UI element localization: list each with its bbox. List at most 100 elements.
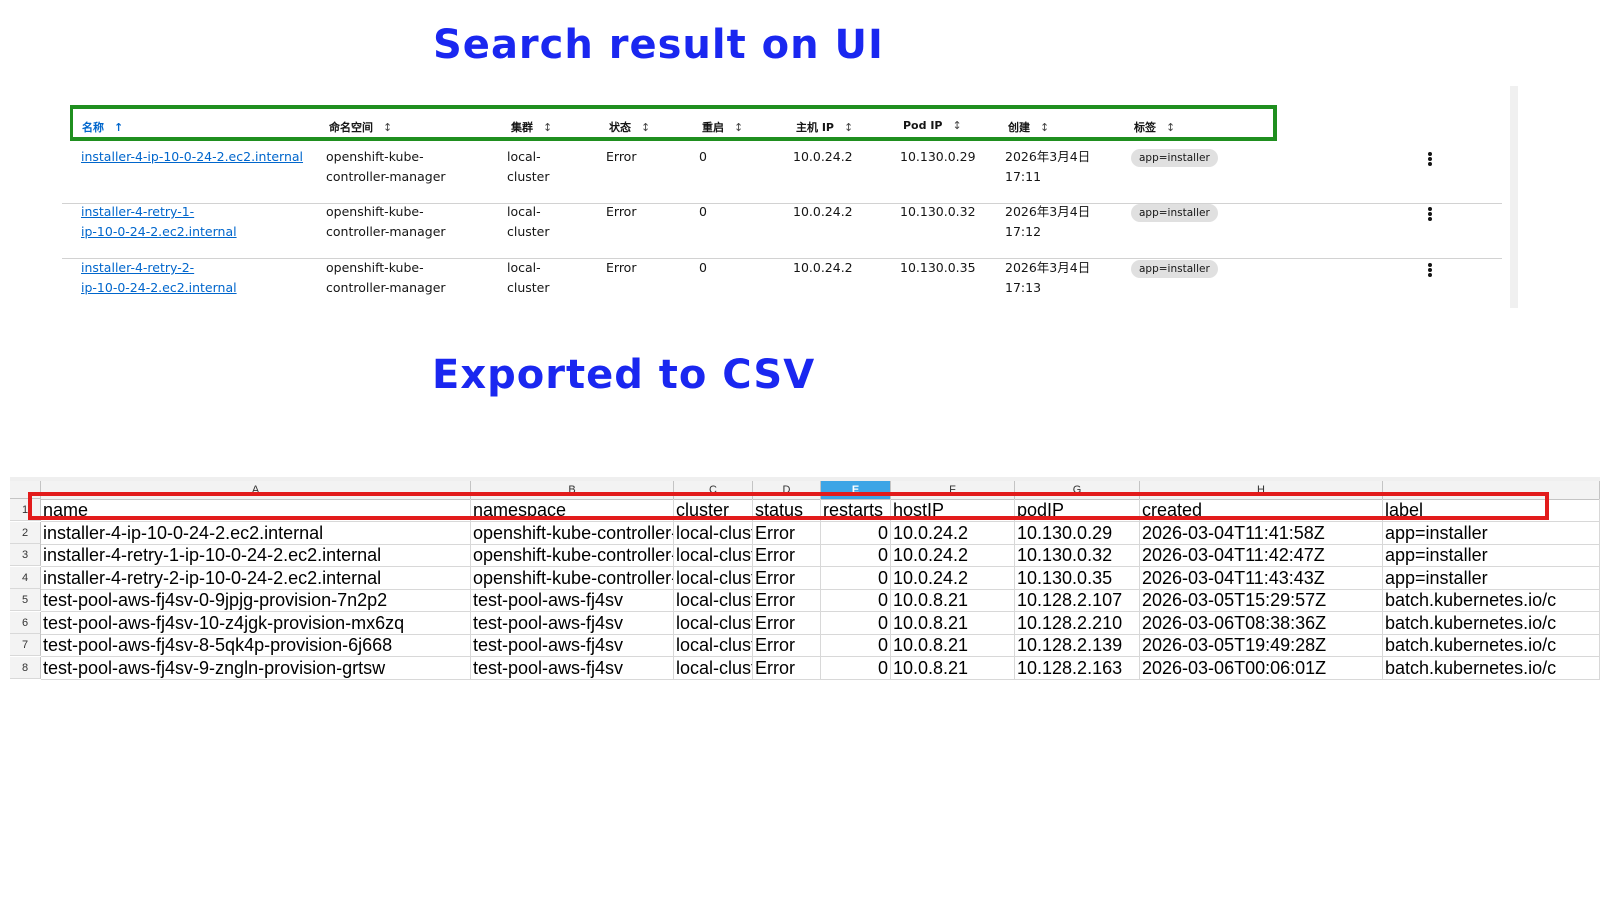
pod-name-link-line[interactable]: installer-4-ip-10-0-24-2.ec2.internal xyxy=(81,147,303,167)
pod-ip: 10.130.0.29 xyxy=(900,149,976,164)
csv-data-cell[interactable]: Error xyxy=(753,589,821,612)
pod-ip: 10.130.0.32 xyxy=(900,204,976,219)
csv-data-cell[interactable]: test-pool-aws-fj4sv xyxy=(471,656,674,680)
csv-data-cell[interactable]: installer-4-ip-10-0-24-2.ec2.internal xyxy=(41,521,471,545)
csv-data-cell[interactable]: Error xyxy=(753,634,821,657)
csv-data-cell[interactable]: Error xyxy=(753,656,821,680)
csv-data-cell[interactable]: 0 xyxy=(821,566,891,590)
csv-data-cell[interactable]: openshift-kube-controller-manager xyxy=(471,521,674,545)
csv-data-cell[interactable]: 10.0.8.21 xyxy=(891,634,1015,657)
csv-data-cell[interactable]: 10.0.24.2 xyxy=(891,521,1015,545)
csv-data-cell[interactable]: 10.0.8.21 xyxy=(891,589,1015,612)
csv-data-cell[interactable]: 0 xyxy=(821,544,891,567)
pod-name-link-line[interactable]: installer-4-retry-2- xyxy=(81,258,237,278)
csv-data-cell[interactable]: openshift-kube-controller-manager xyxy=(471,544,674,567)
csv-header-highlight-box xyxy=(28,492,1549,520)
csv-data-cell[interactable]: 10.128.2.163 xyxy=(1015,656,1140,680)
csv-data-cell[interactable]: app=installer xyxy=(1383,544,1600,567)
csv-data-cell[interactable]: 2026-03-04T11:41:58Z xyxy=(1140,521,1383,545)
row-header[interactable]: 3 xyxy=(10,544,41,566)
csv-data-cell[interactable]: 10.130.0.35 xyxy=(1015,566,1140,590)
pod-label-badge[interactable]: app=installer xyxy=(1131,149,1218,167)
pod-created-line: 2026年3月4日 xyxy=(1005,204,1091,219)
pod-created-line: 17:12 xyxy=(1005,224,1042,239)
pod-cluster-line: cluster xyxy=(507,169,550,184)
csv-data-cell[interactable]: 2026-03-04T11:43:43Z xyxy=(1140,566,1383,590)
csv-data-cell[interactable]: 10.0.8.21 xyxy=(891,611,1015,635)
ui-table-row: installer-4-ip-10-0-24-2.ec2.internal ope… xyxy=(62,147,1502,204)
csv-data-cell[interactable]: 10.0.8.21 xyxy=(891,656,1015,680)
csv-data-cell[interactable]: 2026-03-06T00:06:01Z xyxy=(1140,656,1383,680)
csv-data-cell[interactable]: 10.128.2.210 xyxy=(1015,611,1140,635)
csv-data-cell[interactable]: 0 xyxy=(821,521,891,545)
pod-namespace-line: controller-manager xyxy=(326,280,446,295)
csv-data-cell[interactable]: batch.kubernetes.io/c xyxy=(1383,611,1600,635)
row-header[interactable]: 7 xyxy=(10,634,41,656)
csv-data-cell[interactable]: installer-4-retry-1-ip-10-0-24-2.ec2.int… xyxy=(41,544,471,567)
pod-host-ip: 10.0.24.2 xyxy=(793,260,853,275)
pod-namespace-line: openshift-kube- xyxy=(326,204,424,219)
pod-cluster-line: cluster xyxy=(507,280,550,295)
csv-data-cell[interactable]: Error xyxy=(753,521,821,545)
csv-data-cell[interactable]: local-cluster xyxy=(674,656,753,680)
csv-data-cell[interactable]: local-cluster xyxy=(674,521,753,545)
kebab-icon[interactable] xyxy=(1425,206,1435,222)
csv-data-cell[interactable]: 10.0.24.2 xyxy=(891,544,1015,567)
csv-data-cell[interactable]: 2026-03-05T15:29:57Z xyxy=(1140,589,1383,612)
pod-label-badge[interactable]: app=installer xyxy=(1131,260,1218,278)
pod-name-link-line[interactable]: ip-10-0-24-2.ec2.internal xyxy=(81,222,237,242)
csv-data-cell[interactable]: test-pool-aws-fj4sv xyxy=(471,634,674,657)
csv-data-cell[interactable]: local-cluster xyxy=(674,544,753,567)
row-header[interactable]: 4 xyxy=(10,566,41,589)
pod-name-link[interactable]: installer-4-retry-2- ip-10-0-24-2.ec2.int… xyxy=(81,258,237,298)
csv-data-cell[interactable]: test-pool-aws-fj4sv-8-5qk4p-provision-6j… xyxy=(41,634,471,657)
csv-data-cell[interactable]: openshift-kube-controller-manager xyxy=(471,566,674,590)
pod-name-link-line[interactable]: ip-10-0-24-2.ec2.internal xyxy=(81,278,237,298)
csv-data-cell[interactable]: 0 xyxy=(821,589,891,612)
csv-data-cell[interactable]: 0 xyxy=(821,611,891,635)
csv-data-cell[interactable]: 10.130.0.29 xyxy=(1015,521,1140,545)
row-header[interactable]: 6 xyxy=(10,611,41,634)
csv-data-cell[interactable]: batch.kubernetes.io/c xyxy=(1383,589,1600,612)
row-header[interactable]: 8 xyxy=(10,656,41,679)
ui-header-highlight-box xyxy=(70,105,1277,141)
csv-data-cell[interactable]: Error xyxy=(753,566,821,590)
csv-data-cell[interactable]: 2026-03-05T19:49:28Z xyxy=(1140,634,1383,657)
csv-data-cell[interactable]: batch.kubernetes.io/c xyxy=(1383,634,1600,657)
kebab-icon[interactable] xyxy=(1425,151,1435,167)
csv-data-cell[interactable]: test-pool-aws-fj4sv-0-9jpjg-provision-7n… xyxy=(41,589,471,612)
csv-data-cell[interactable]: installer-4-retry-2-ip-10-0-24-2.ec2.int… xyxy=(41,566,471,590)
csv-data-cell[interactable]: local-cluster xyxy=(674,611,753,635)
pod-name-link[interactable]: installer-4-retry-1- ip-10-0-24-2.ec2.int… xyxy=(81,202,237,242)
csv-data-cell[interactable]: local-cluster xyxy=(674,634,753,657)
csv-data-cell[interactable]: 0 xyxy=(821,656,891,680)
pod-restarts: 0 xyxy=(699,204,707,219)
csv-data-cell[interactable]: Error xyxy=(753,611,821,635)
kebab-icon[interactable] xyxy=(1425,262,1435,278)
pod-created-line: 17:11 xyxy=(1005,169,1042,184)
csv-data-cell[interactable]: batch.kubernetes.io/c xyxy=(1383,656,1600,680)
csv-data-cell[interactable]: local-cluster xyxy=(674,566,753,590)
ui-scrollbar[interactable] xyxy=(1510,86,1518,308)
csv-data-cell[interactable]: 2026-03-06T08:38:36Z xyxy=(1140,611,1383,635)
csv-data-cell[interactable]: test-pool-aws-fj4sv-9-zngln-provision-gr… xyxy=(41,656,471,680)
csv-data-cell[interactable]: app=installer xyxy=(1383,566,1600,590)
csv-data-cell[interactable]: 10.0.24.2 xyxy=(891,566,1015,590)
csv-data-cell[interactable]: test-pool-aws-fj4sv xyxy=(471,611,674,635)
csv-data-cell[interactable]: 10.128.2.107 xyxy=(1015,589,1140,612)
csv-data-cell[interactable]: 0 xyxy=(821,634,891,657)
pod-name-link[interactable]: installer-4-ip-10-0-24-2.ec2.internal xyxy=(81,147,303,167)
pod-label-badge[interactable]: app=installer xyxy=(1131,204,1218,222)
row-header[interactable]: 2 xyxy=(10,521,41,544)
csv-data-cell[interactable]: Error xyxy=(753,544,821,567)
pod-name-link-line[interactable]: installer-4-retry-1- xyxy=(81,202,237,222)
csv-data-cell[interactable]: 2026-03-04T11:42:47Z xyxy=(1140,544,1383,567)
csv-data-cell[interactable]: 10.130.0.32 xyxy=(1015,544,1140,567)
csv-data-cell[interactable]: test-pool-aws-fj4sv xyxy=(471,589,674,612)
row-header[interactable]: 5 xyxy=(10,589,41,611)
csv-data-cell[interactable]: local-cluster xyxy=(674,589,753,612)
csv-data-cell[interactable]: test-pool-aws-fj4sv-10-z4jgk-provision-m… xyxy=(41,611,471,635)
csv-data-cell[interactable]: 10.128.2.139 xyxy=(1015,634,1140,657)
ui-table-row: installer-4-retry-1- ip-10-0-24-2.ec2.int… xyxy=(62,202,1502,259)
csv-data-cell[interactable]: app=installer xyxy=(1383,521,1600,545)
